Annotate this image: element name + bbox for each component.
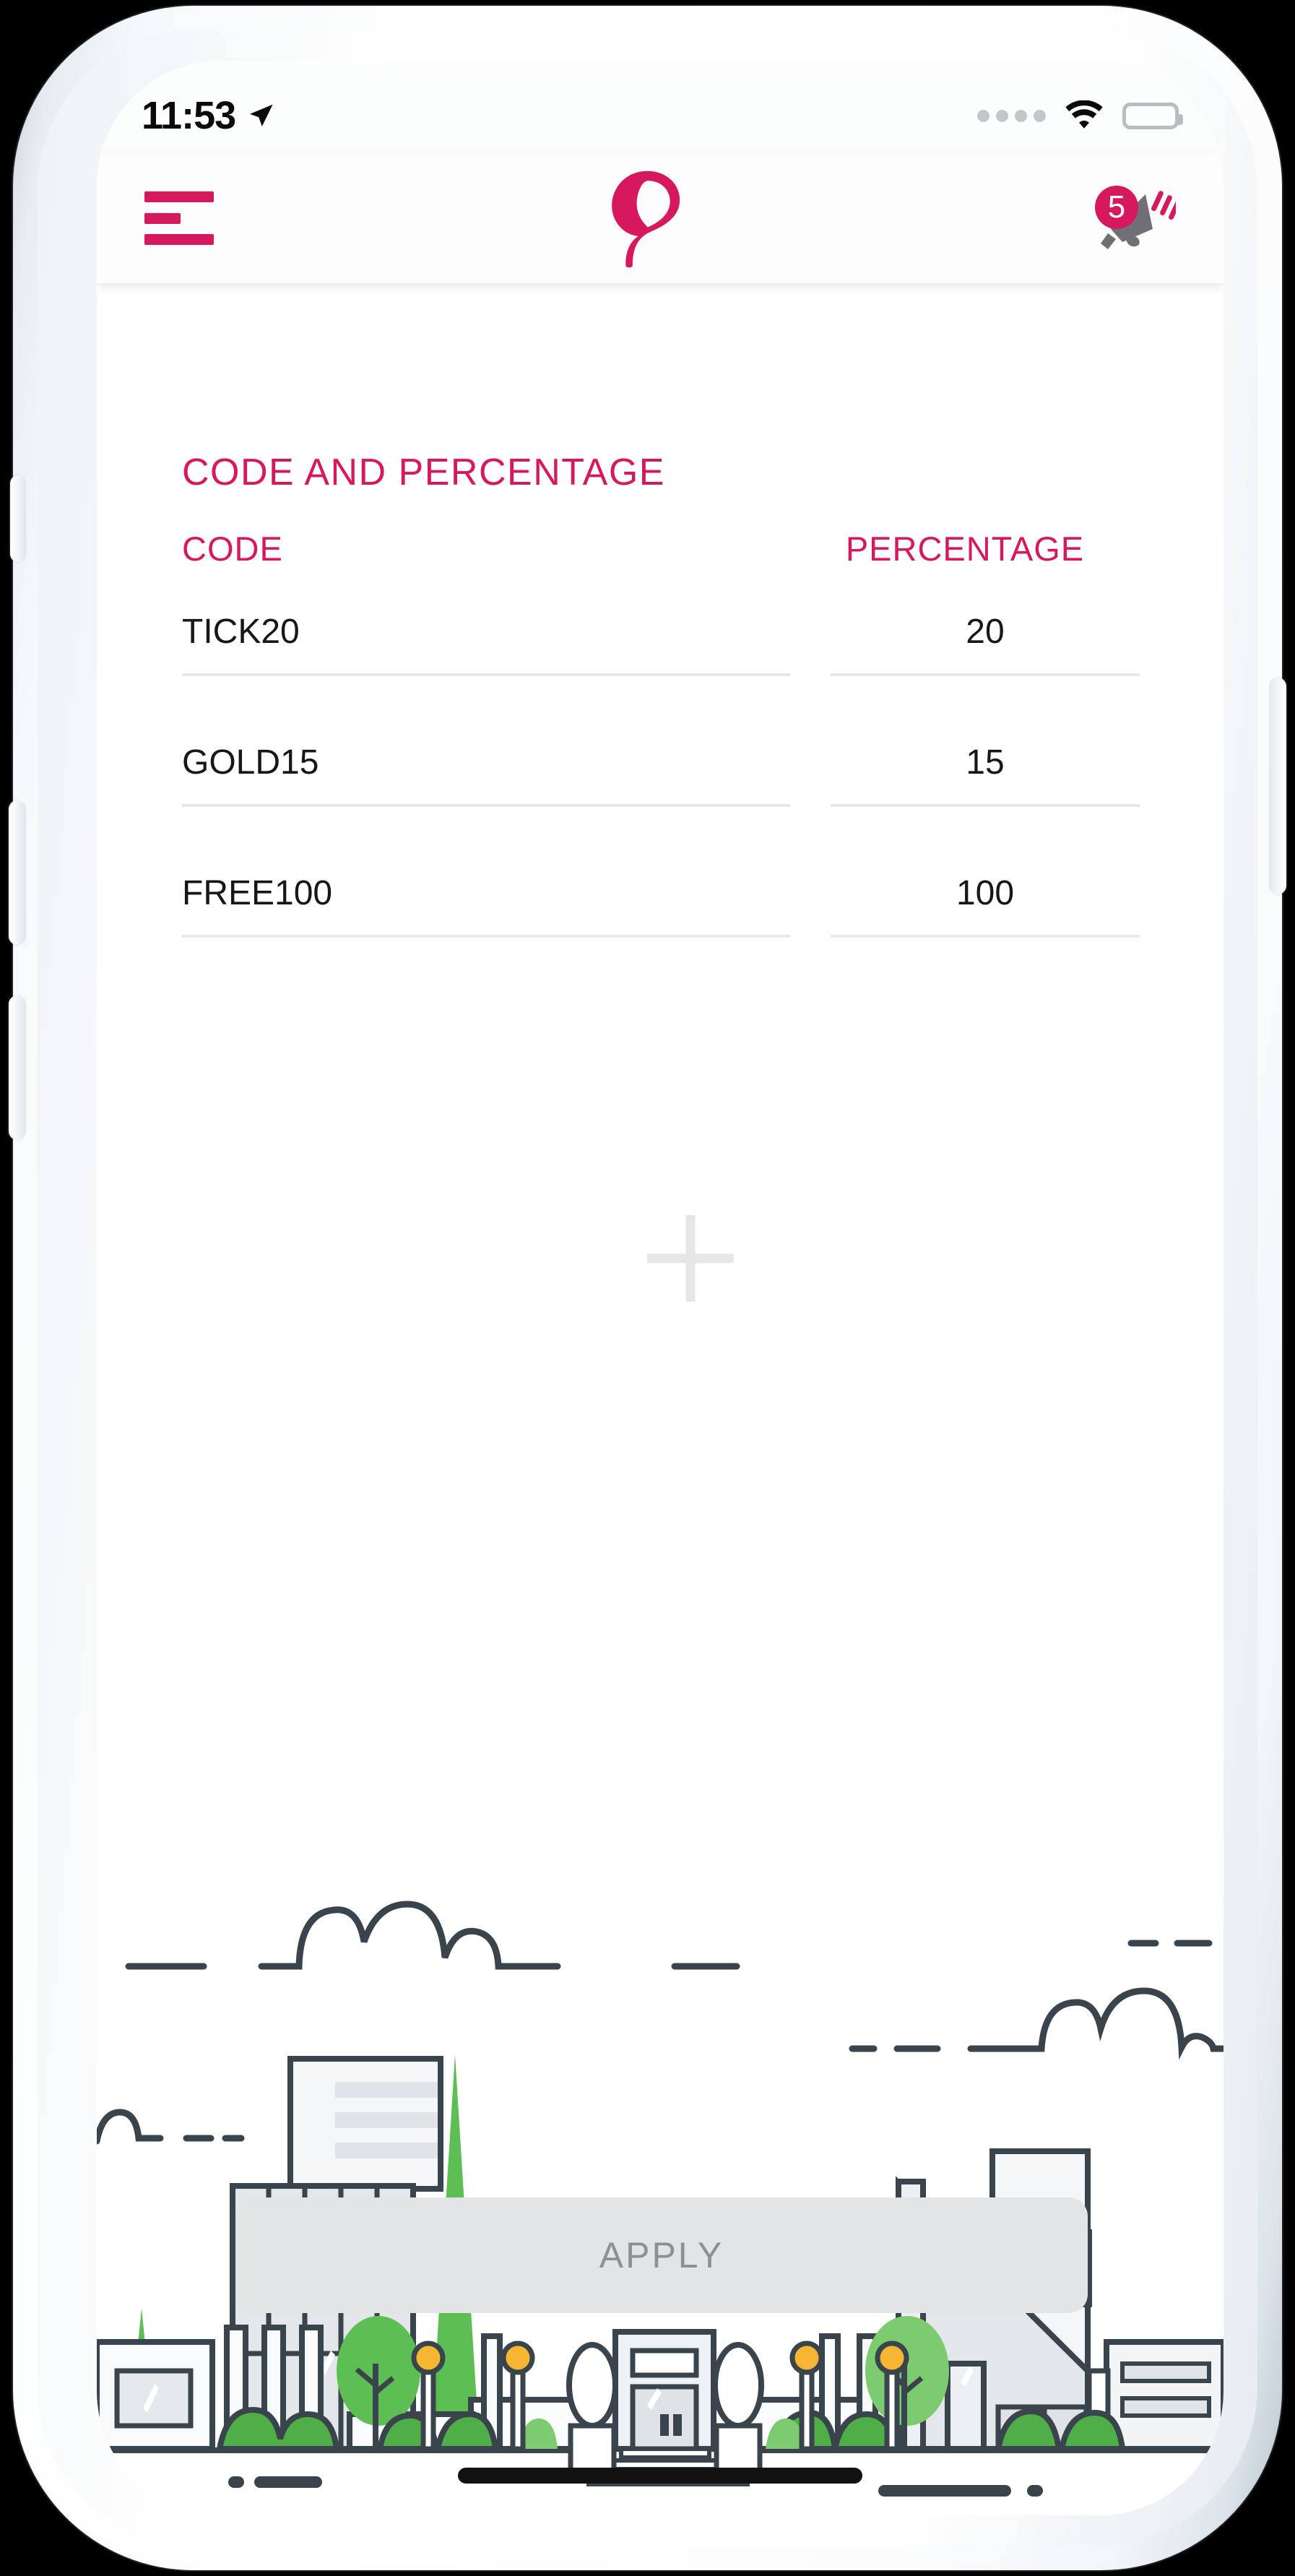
cell-code[interactable]: FREE100 xyxy=(182,855,790,938)
hamburger-menu-icon[interactable] xyxy=(144,191,214,245)
city-skyline-illustration xyxy=(97,1901,1223,2497)
column-header-code: CODE xyxy=(182,530,283,568)
volume-up-button[interactable] xyxy=(9,800,26,945)
megaphone-icon[interactable]: 5 xyxy=(1082,178,1181,258)
main-content: CODE AND PERCENTAGE CODE PERCENTAGE TICK… xyxy=(97,283,1223,2515)
signal-dots-icon xyxy=(977,109,1046,122)
table-row[interactable]: GOLD15 15 xyxy=(182,724,1140,807)
home-indicator-bar[interactable] xyxy=(458,2468,862,2484)
power-button[interactable] xyxy=(1269,678,1286,894)
table-row[interactable]: TICK20 20 xyxy=(182,593,1140,676)
code-percentage-table: CODE PERCENTAGE TICK20 20 GOLD15 15 FREE… xyxy=(182,529,1140,938)
row-spacer xyxy=(182,676,1140,724)
cell-code[interactable]: TICK20 xyxy=(182,593,790,676)
apply-button-label: APPLY xyxy=(599,2235,724,2275)
location-arrow-icon xyxy=(250,104,273,127)
app-logo-icon xyxy=(612,170,680,268)
status-bar-left: 11:53 xyxy=(142,93,276,138)
phone-frame: 11:53 5 CODE AND PERCENTAGE CODE PERCENT… xyxy=(9,6,1286,2570)
cell-code[interactable]: GOLD15 xyxy=(182,724,790,807)
notification-badge-count: 5 xyxy=(1107,189,1126,225)
status-bar-clock: 11:53 xyxy=(142,94,236,137)
wifi-icon xyxy=(1065,100,1103,129)
table-row[interactable]: FREE100 100 xyxy=(182,855,1140,938)
status-bar-right xyxy=(977,100,1183,131)
mute-switch-button[interactable] xyxy=(10,475,26,562)
cell-percentage[interactable]: 100 xyxy=(831,855,1140,938)
status-bar: 11:53 xyxy=(97,61,1223,153)
cell-percentage[interactable]: 20 xyxy=(831,593,1140,676)
apply-button[interactable]: APPLY xyxy=(235,2197,1088,2313)
app-header: 5 xyxy=(97,153,1223,283)
volume-down-button[interactable] xyxy=(9,995,26,1140)
table-header-row: CODE PERCENTAGE xyxy=(182,529,1140,593)
page-title: CODE AND PERCENTAGE xyxy=(182,451,665,493)
plus-icon[interactable] xyxy=(647,1215,734,1302)
row-spacer xyxy=(182,807,1140,855)
phone-screen: 11:53 5 CODE AND PERCENTAGE CODE PERCENT… xyxy=(97,61,1223,2515)
cell-percentage[interactable]: 15 xyxy=(831,724,1140,807)
battery-full-icon xyxy=(1122,102,1183,129)
column-header-percentage: PERCENTAGE xyxy=(845,530,1085,568)
